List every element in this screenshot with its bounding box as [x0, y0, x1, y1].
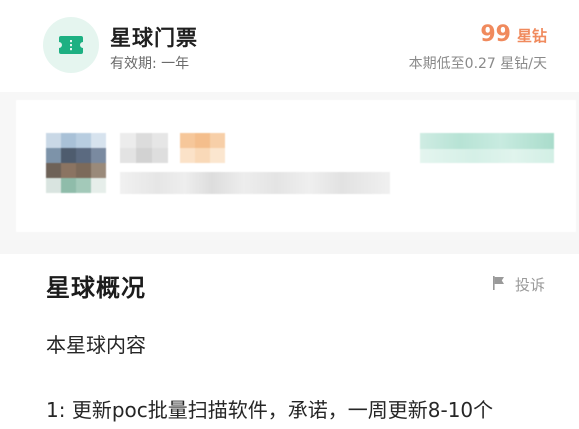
ticket-validity: 有效期: 一年 — [110, 56, 190, 72]
price-unit: 星钻 — [516, 27, 547, 45]
price-note: 本期低至0.27 星钻/天 — [408, 56, 547, 72]
price: 99 星钻 — [480, 22, 547, 47]
overview-title: 星球概况 — [46, 274, 146, 302]
report-button[interactable]: 投诉 — [491, 274, 545, 295]
price-amount: 99 — [480, 22, 511, 47]
ticket-title: 星球门票 — [110, 26, 198, 50]
redacted-card — [16, 100, 576, 232]
section-divider — [0, 240, 579, 254]
flag-icon — [491, 275, 507, 295]
ticket-section: 星球门票 有效期: 一年 99 星钻 本期低至0.27 星钻/天 — [0, 0, 579, 92]
report-label: 投诉 — [515, 276, 546, 294]
content-heading: 本星球内容 — [46, 333, 146, 357]
content-line: 1: 更新poc批量扫描软件，承诺，一周更新8-10个 — [46, 398, 494, 422]
ticket-icon — [43, 17, 99, 73]
